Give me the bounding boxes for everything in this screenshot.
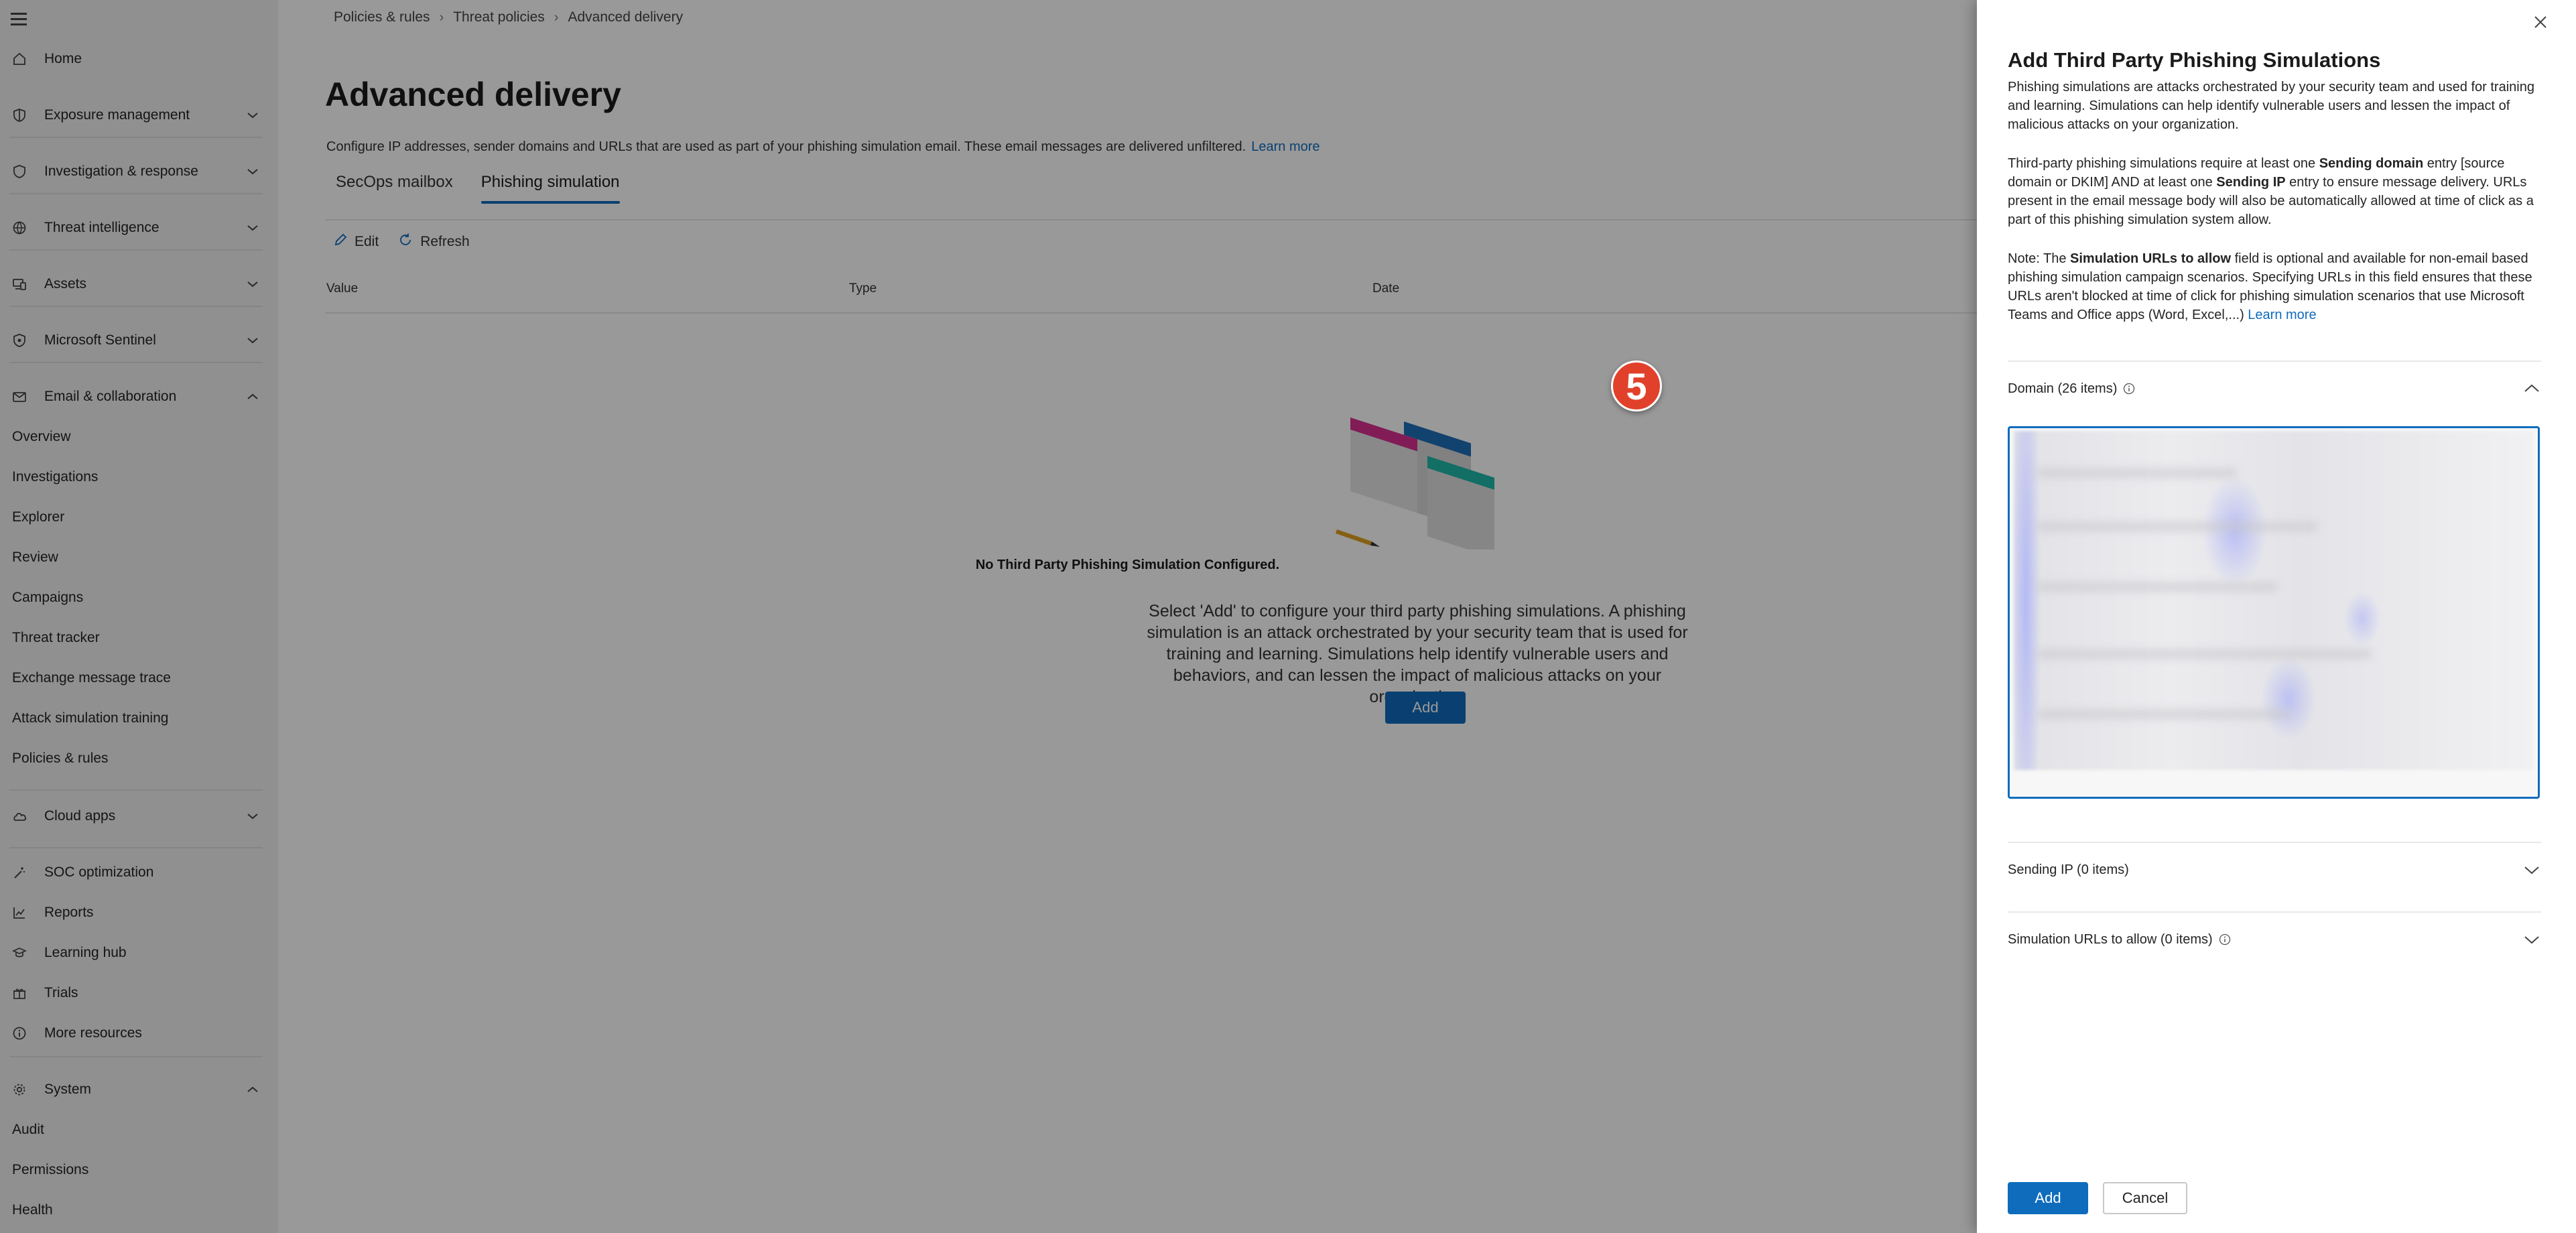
info-icon[interactable] (2218, 933, 2232, 946)
domain-entries-textarea[interactable] (2008, 426, 2540, 799)
simulation-urls-section-label: Simulation URLs to allow (0 items) (2008, 931, 2213, 947)
section-divider (2008, 361, 2541, 362)
domain-section-header[interactable]: Domain (26 items) (2008, 375, 2541, 402)
panel-title: Add Third Party Phishing Simulations (2008, 48, 2381, 72)
chevron-down-icon[interactable] (2522, 860, 2541, 879)
chevron-down-icon[interactable] (2522, 930, 2541, 949)
sending-ip-section-header[interactable]: Sending IP (0 items) (2008, 856, 2541, 883)
chevron-up-icon[interactable] (2522, 379, 2541, 398)
note-text: Note: The (2008, 251, 2071, 266)
section-divider (2008, 842, 2541, 843)
add-phishing-simulation-panel: Add Third Party Phishing Simulations Phi… (1977, 0, 2576, 1233)
info-icon[interactable] (2122, 382, 2136, 395)
domain-section-label: Domain (26 items) (2008, 381, 2118, 396)
blurred-row (2037, 522, 2318, 531)
close-button[interactable] (2530, 12, 2551, 32)
simulation-urls-term: Simulation URLs to allow (2070, 251, 2232, 266)
panel-intro: Phishing simulations are attacks orchest… (2008, 80, 2534, 132)
blurred-row (2037, 649, 2372, 659)
simulation-urls-section-header[interactable]: Simulation URLs to allow (0 items) (2008, 926, 2541, 953)
panel-note: Note: The Simulation URLs to allow field… (2008, 249, 2541, 324)
requirements-text: Third-party phishing simulations require… (2008, 156, 2319, 171)
learn-more-link[interactable]: Learn more (2248, 308, 2316, 322)
panel-add-button[interactable]: Add (2008, 1182, 2088, 1214)
panel-requirements: Third-party phishing simulations require… (2008, 154, 2541, 229)
step-number-badge: 5 (1611, 361, 1662, 411)
blurred-row (2037, 468, 2238, 478)
blurred-row (2037, 710, 2291, 719)
sending-domain-term: Sending domain (2319, 156, 2424, 171)
cancel-button[interactable]: Cancel (2103, 1182, 2187, 1214)
sending-ip-term: Sending IP (2216, 175, 2286, 190)
section-divider (2008, 911, 2541, 913)
close-icon (2534, 16, 2547, 28)
blurred-row (2037, 582, 2278, 592)
sending-ip-section-label: Sending IP (0 items) (2008, 862, 2129, 877)
modal-overlay[interactable] (0, 0, 1977, 1233)
blurred-domain-list (2014, 431, 2534, 770)
